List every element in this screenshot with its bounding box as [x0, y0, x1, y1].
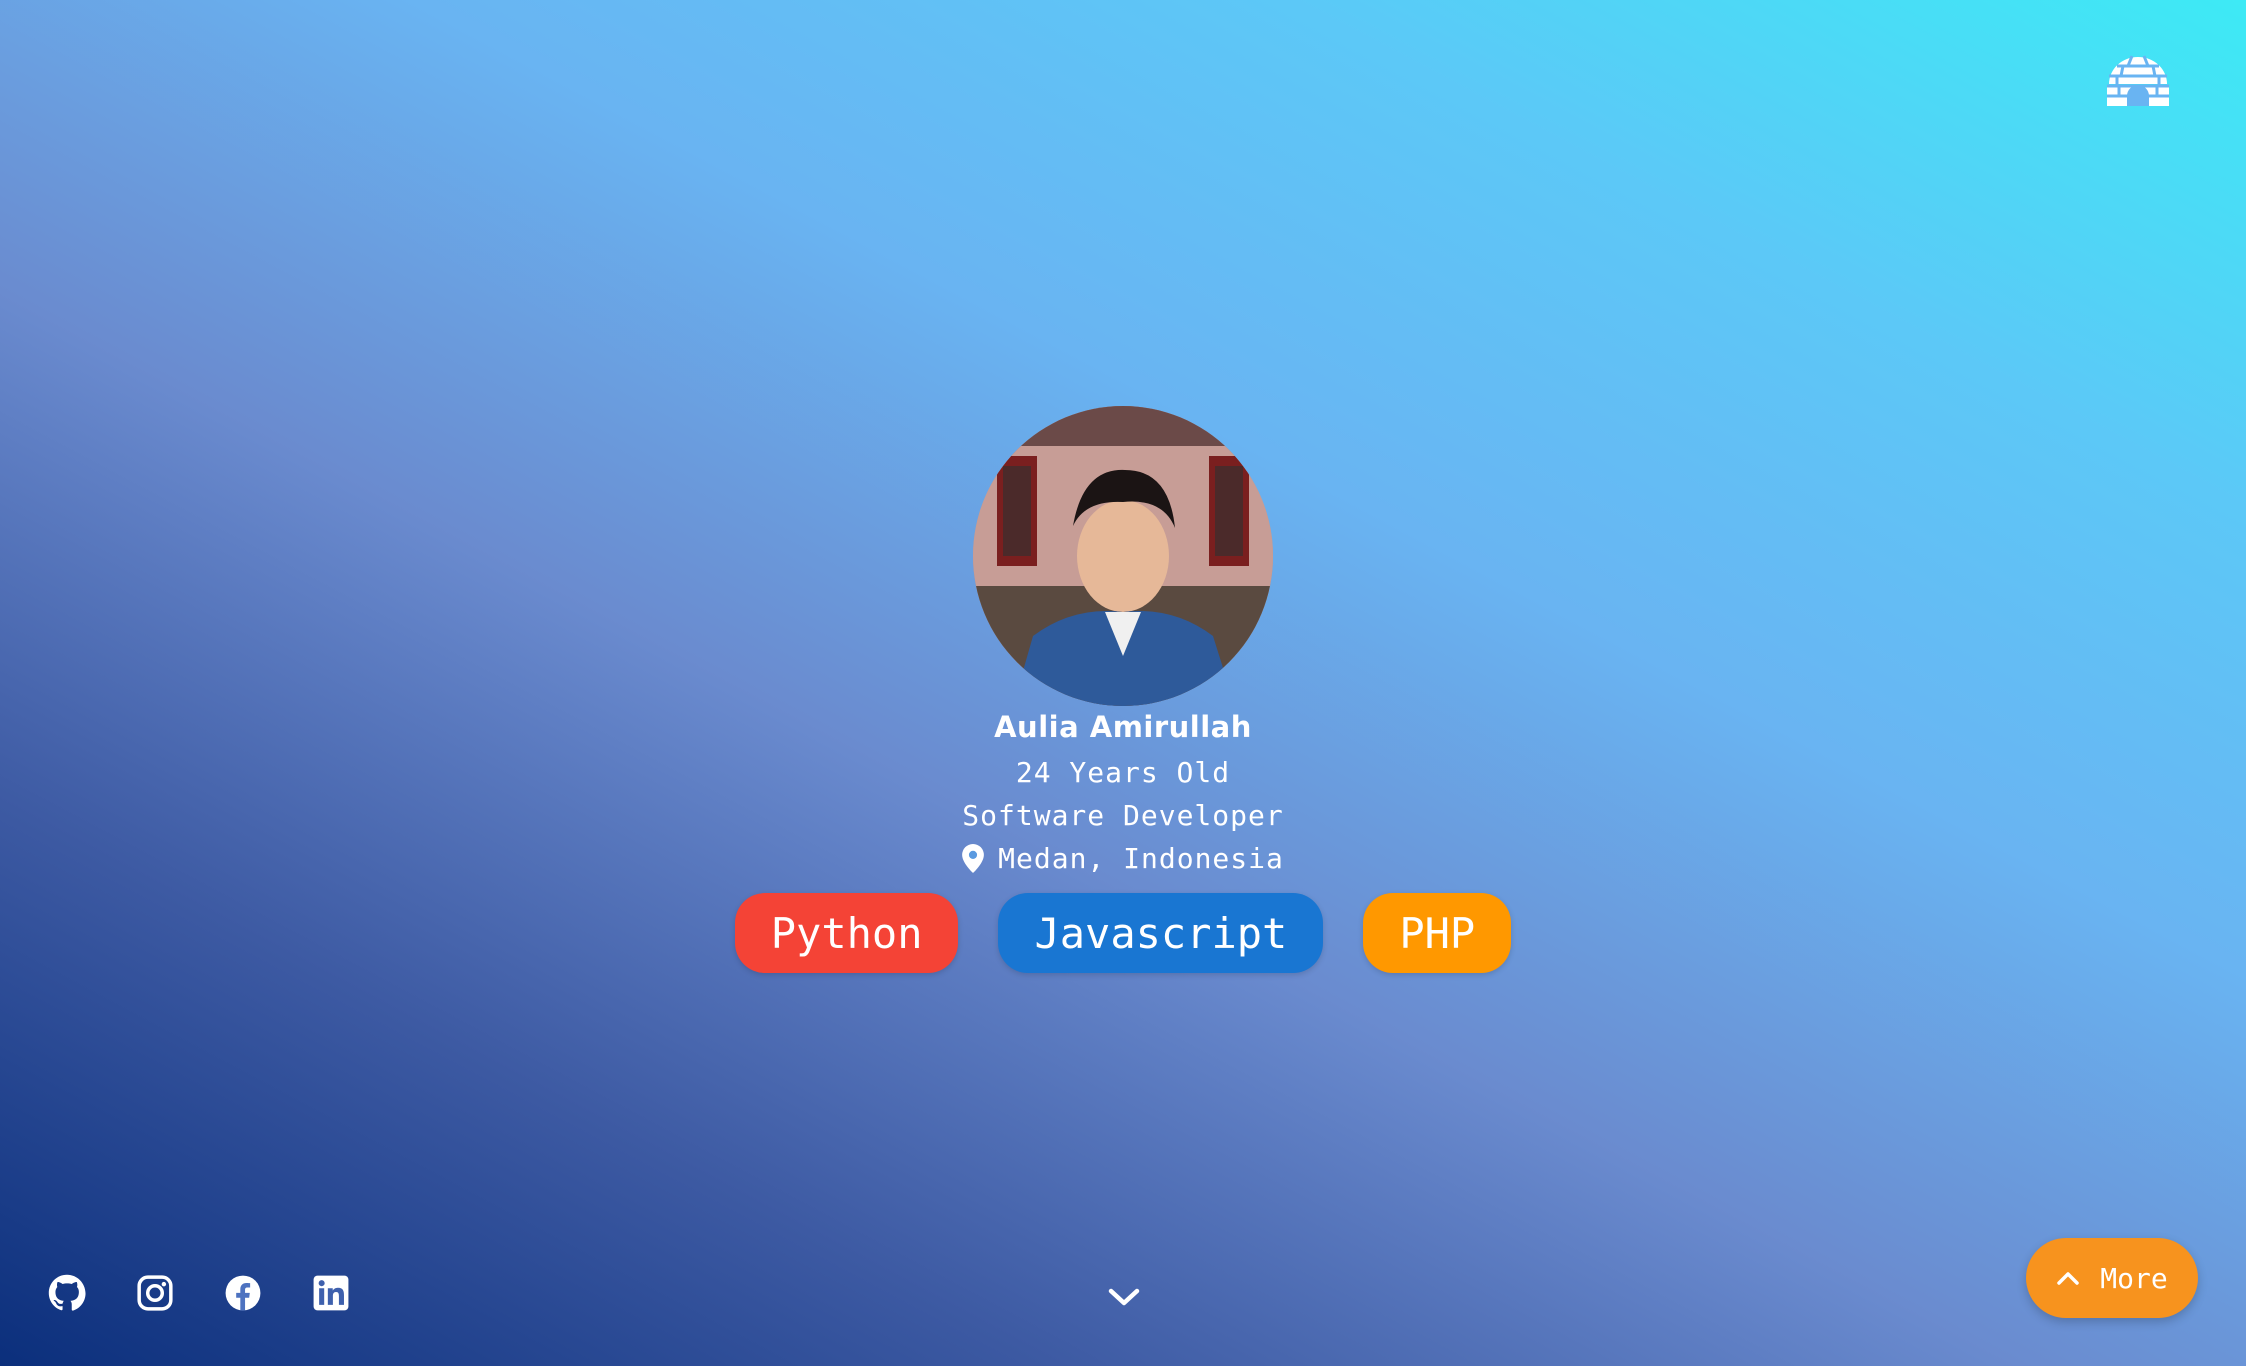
- skill-tag-python[interactable]: Python: [734, 893, 959, 973]
- skill-tag-javascript[interactable]: Javascript: [998, 893, 1324, 973]
- avatar: [973, 406, 1273, 706]
- profile-name: Aulia Amirullah: [994, 710, 1252, 744]
- facebook-icon[interactable]: [224, 1274, 262, 1312]
- skill-tag-label: Python: [770, 908, 923, 958]
- skill-tags: Python Javascript PHP: [734, 893, 1512, 973]
- skill-tag-label: Javascript: [1034, 908, 1288, 958]
- profile-section: Aulia Amirullah 24 Years Old Software De…: [0, 406, 2246, 973]
- chevron-down-icon[interactable]: [1107, 1286, 1141, 1308]
- map-pin-icon: [962, 844, 985, 873]
- more-button-label: More: [2100, 1261, 2168, 1295]
- skill-tag-php[interactable]: PHP: [1363, 893, 1512, 973]
- github-icon[interactable]: [48, 1274, 86, 1312]
- more-button[interactable]: More: [2026, 1238, 2198, 1318]
- igloo-icon[interactable]: [2105, 54, 2171, 106]
- skill-tag-label: PHP: [1399, 908, 1476, 958]
- location-text: Medan, Indonesia: [998, 842, 1284, 875]
- instagram-icon[interactable]: [136, 1274, 174, 1312]
- profile-age: 24 Years Old: [1015, 756, 1231, 789]
- chevron-up-icon: [2057, 1272, 2080, 1285]
- profile-role: Software Developer: [962, 799, 1284, 832]
- social-links: [48, 1274, 350, 1312]
- linkedin-icon[interactable]: [312, 1274, 350, 1312]
- profile-location: Medan, Indonesia: [962, 842, 1284, 875]
